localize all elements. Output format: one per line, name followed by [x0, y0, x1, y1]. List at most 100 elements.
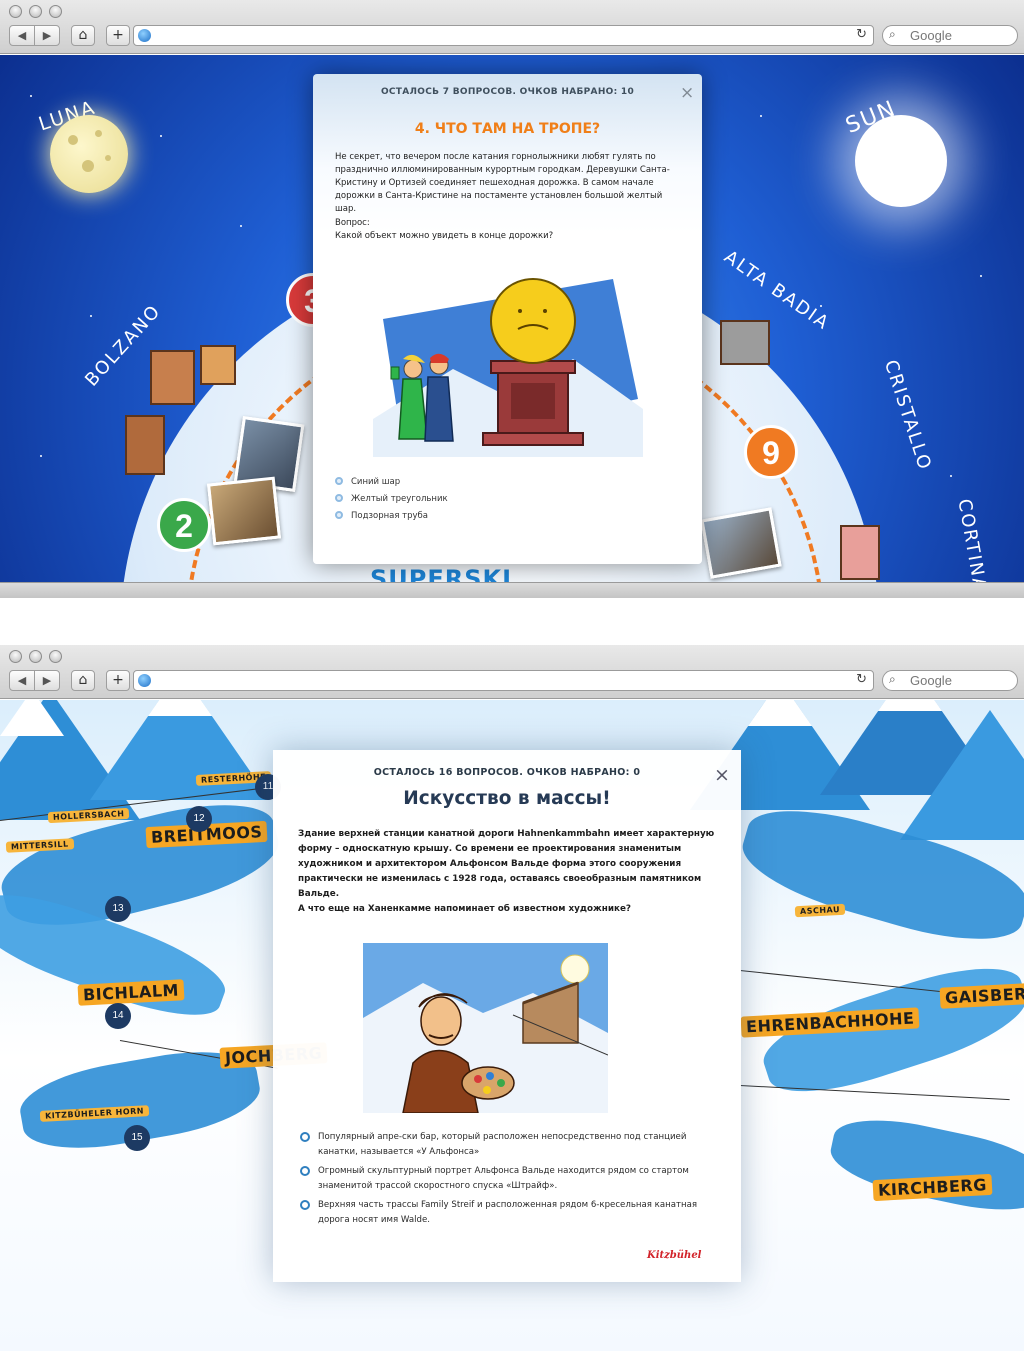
town-building [200, 345, 236, 385]
question-body-block: Здание верхней станции канатной дороги H… [298, 827, 718, 917]
radio-icon[interactable] [335, 494, 343, 502]
star [950, 475, 952, 477]
search-placeholder: Google [910, 28, 952, 43]
close-window-button[interactable] [9, 5, 22, 18]
search-icon: ⌕ [889, 27, 896, 41]
radio-icon[interactable] [335, 477, 343, 485]
photo-thumbnail[interactable] [700, 507, 782, 579]
address-bar[interactable]: ↻ [133, 25, 874, 46]
answer-label: Подзорная труба [351, 511, 428, 521]
cristallo-label: CRISTALLO [879, 357, 936, 474]
answer-label: Огромный скульптурный портрет Альфонса В… [318, 1166, 689, 1191]
quiz-modal: ОСТАЛОСЬ 7 ВОПРОСОВ. ОЧКОВ НАБРАНО: 10 ×… [313, 74, 702, 564]
route-mark-14[interactable]: 14 [105, 1003, 131, 1029]
search-icon: ⌕ [889, 672, 896, 686]
mountain-peak [148, 700, 212, 716]
minimize-window-button[interactable] [29, 650, 42, 663]
browser-window-dolomiti: ◀ ▶ ⌂ + ↻ ⌕ Google LUNA SUN BOLZANO ALTA… [0, 0, 1024, 598]
question-text: Какой объект можно увидеть в конце дорож… [335, 231, 554, 241]
forward-icon[interactable]: ▶ [35, 671, 59, 690]
home-icon[interactable]: ⌂ [71, 25, 95, 46]
moon-icon [50, 115, 128, 193]
address-bar[interactable]: ↻ [133, 670, 874, 691]
star [760, 115, 762, 117]
town-building [720, 320, 770, 365]
town-building [150, 350, 195, 405]
answer-option[interactable]: Подзорная труба [335, 509, 448, 526]
route-mark-12[interactable]: 12 [186, 806, 212, 832]
town-building [840, 525, 880, 580]
close-icon[interactable]: × [714, 764, 730, 786]
answer-option[interactable]: Верхняя часть трассы Family Streif и рас… [300, 1198, 720, 1228]
browser-window-kitzbuhel: ◀ ▶ ⌂ + ↻ ⌕ Google RESTERHÖHE HOLLERSBAC… [0, 645, 1024, 1351]
place-aschau[interactable]: ASCHAU [794, 903, 846, 918]
zoom-window-button[interactable] [49, 650, 62, 663]
nav-buttons: ◀ ▶ [9, 670, 60, 691]
search-placeholder: Google [910, 673, 952, 688]
star [30, 95, 32, 97]
answer-option[interactable]: Желтый треугольник [335, 492, 448, 509]
star [90, 315, 92, 317]
minimize-window-button[interactable] [29, 5, 42, 18]
add-tab-icon[interactable]: + [106, 670, 130, 691]
quiz-status: ОСТАЛОСЬ 7 ВОПРОСОВ. ОЧКОВ НАБРАНО: 10 [380, 87, 635, 97]
globe-icon [138, 29, 151, 42]
close-window-button[interactable] [9, 650, 22, 663]
question-text: А что еще на Ханенкамме напоминает об из… [298, 904, 632, 914]
radio-icon[interactable] [300, 1166, 310, 1176]
mountain-peak [0, 700, 64, 736]
mountain-peak [878, 700, 942, 711]
sun-icon [855, 115, 947, 207]
browser-toolbar: ◀ ▶ ⌂ + ↻ ⌕ Google [0, 0, 1024, 54]
reload-icon[interactable]: ↻ [856, 672, 867, 687]
artist-illustration [363, 943, 608, 1113]
status-bar [0, 582, 1024, 598]
photo-thumbnail[interactable] [206, 476, 282, 546]
browser-toolbar: ◀ ▶ ⌂ + ↻ ⌕ Google [0, 645, 1024, 699]
close-icon[interactable]: × [680, 83, 694, 103]
reload-icon[interactable]: ↻ [856, 27, 867, 42]
mountain-peak [748, 700, 812, 726]
answer-option[interactable]: Огромный скульптурный портрет Альфонса В… [300, 1164, 720, 1194]
back-icon[interactable]: ◀ [10, 671, 35, 690]
question-title: Искусство в массы! [403, 788, 611, 809]
radio-icon[interactable] [300, 1132, 310, 1142]
answer-options: Популярный апре-ски бар, который располо… [300, 1130, 720, 1232]
answer-options: Синий шар Желтый треугольник Подзорная т… [335, 475, 448, 526]
question-label: Вопрос: [335, 218, 370, 228]
forward-icon[interactable]: ▶ [35, 26, 59, 45]
superski-logo: SUPERSKI [370, 565, 513, 582]
ski-map-viewport: RESTERHÖHE HOLLERSBACH BREITMOOS MITTERS… [0, 700, 1024, 1351]
level-marker-9[interactable]: 9 [744, 425, 798, 479]
town-building [125, 415, 165, 475]
cable-car-line [739, 1085, 1010, 1101]
route-mark-13[interactable]: 13 [105, 896, 131, 922]
zoom-window-button[interactable] [49, 5, 62, 18]
search-field[interactable]: ⌕ Google [882, 670, 1018, 691]
back-icon[interactable]: ◀ [10, 26, 35, 45]
level-marker-2[interactable]: 2 [157, 498, 211, 552]
quiz-modal: ОСТАЛОСЬ 16 ВОПРОСОВ. ОЧКОВ НАБРАНО: 0 ×… [273, 750, 741, 1282]
home-icon[interactable]: ⌂ [71, 670, 95, 691]
answer-label: Синий шар [351, 477, 401, 487]
answer-label: Желтый треугольник [351, 494, 448, 504]
star [40, 455, 42, 457]
cortina-label: CORTINA [953, 497, 991, 582]
search-field[interactable]: ⌕ Google [882, 25, 1018, 46]
mountain [900, 710, 1024, 840]
question-body: Не секрет, что вечером после катания гор… [335, 152, 670, 214]
add-tab-icon[interactable]: + [106, 25, 130, 46]
kitzbuhel-logo: Kitzbühel [647, 1250, 702, 1261]
answer-option[interactable]: Популярный апре-ски бар, который располо… [300, 1130, 720, 1160]
nav-buttons: ◀ ▶ [9, 25, 60, 46]
yellow-ball-illustration [373, 278, 643, 457]
radio-icon[interactable] [300, 1200, 310, 1210]
answer-option[interactable]: Синий шар [335, 475, 448, 492]
answer-label: Популярный апре-ски бар, который располо… [318, 1132, 687, 1157]
place-gaisberg[interactable]: GAISBERG [939, 982, 1024, 1009]
question-block: Вопрос: Какой объект можно увидеть в кон… [335, 217, 679, 243]
ski-slope [825, 1107, 1024, 1223]
radio-icon[interactable] [335, 511, 343, 519]
route-mark-15[interactable]: 15 [124, 1125, 150, 1151]
star [160, 135, 162, 137]
